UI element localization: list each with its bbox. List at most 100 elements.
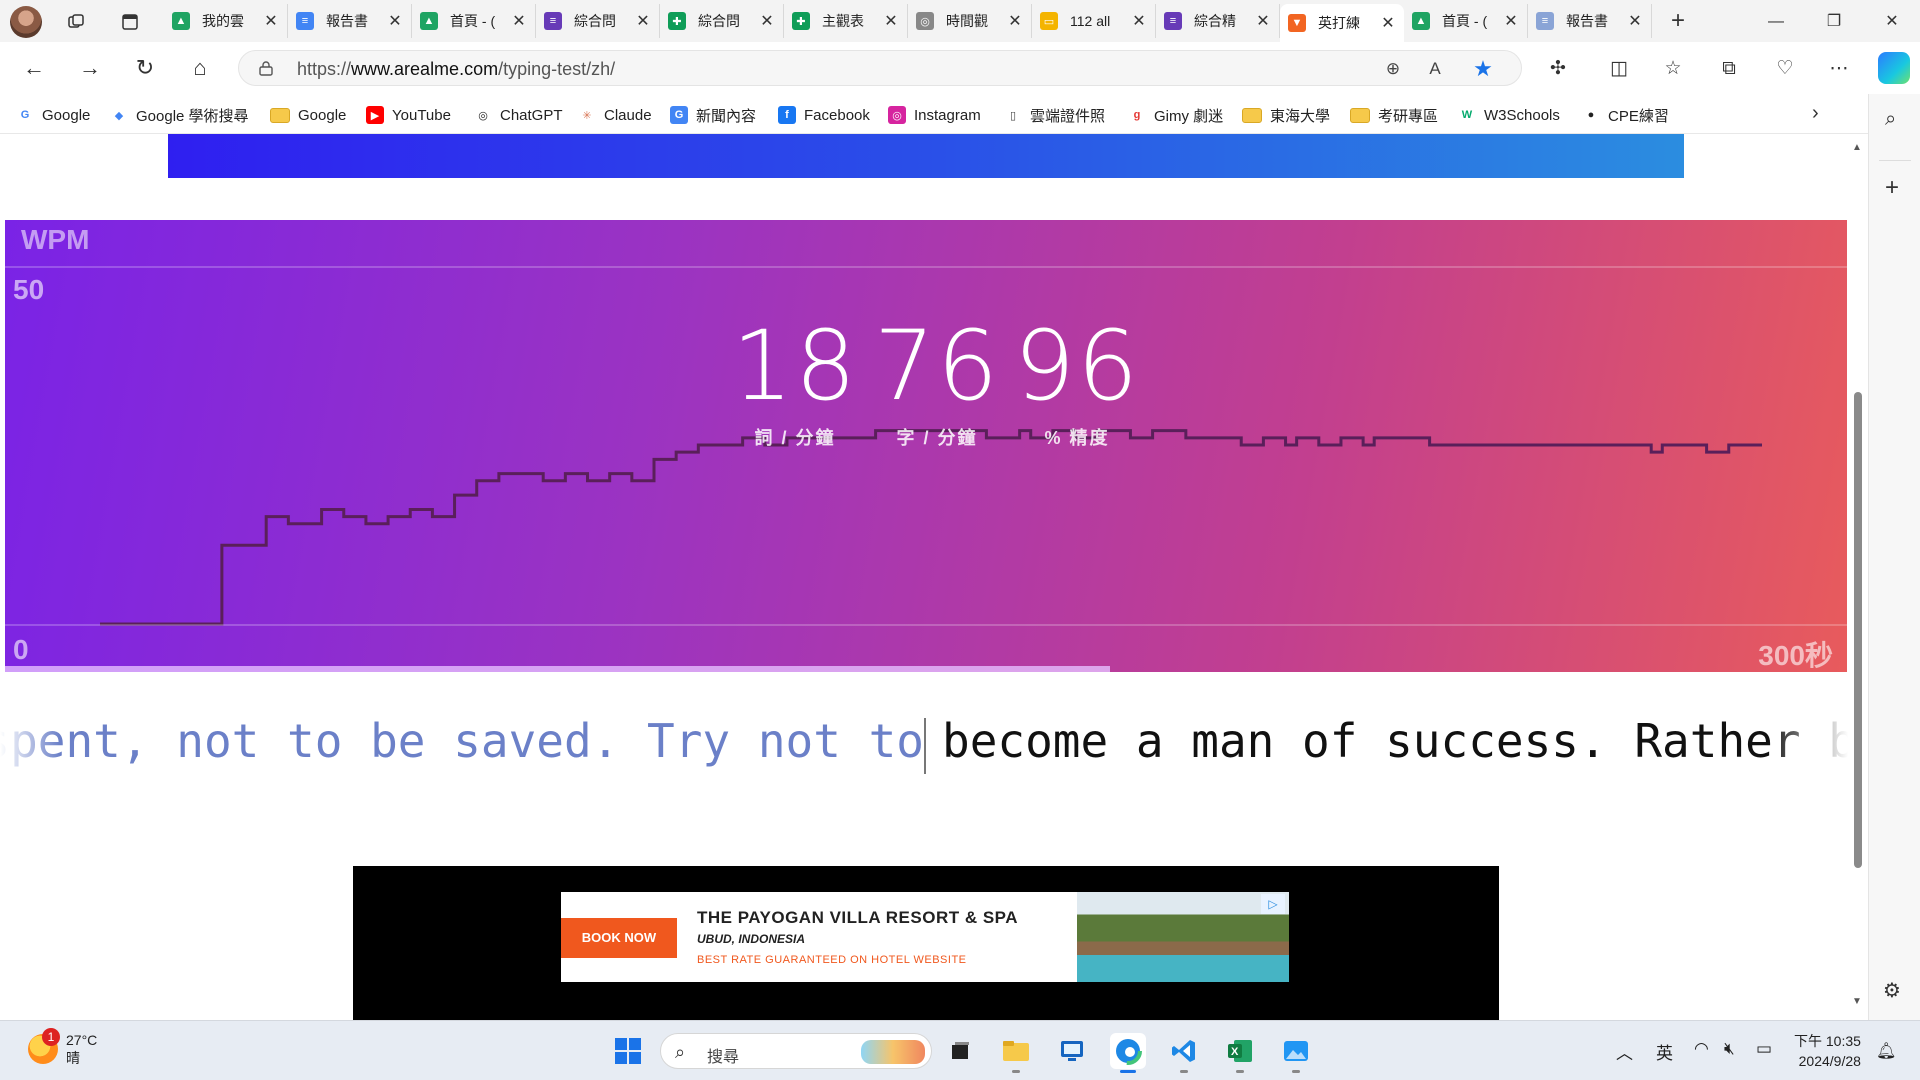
- favorite-item[interactable]: ✳ Claude: [578, 104, 652, 126]
- sidebar-add-icon[interactable]: +: [1885, 174, 1899, 202]
- favorite-item[interactable]: W W3Schools: [1458, 104, 1560, 126]
- browser-tab[interactable]: ≡ 綜合精 ✕: [1156, 4, 1280, 38]
- collections-icon[interactable]: ⧉: [1716, 56, 1742, 82]
- tab-close-icon[interactable]: ✕: [1255, 11, 1271, 31]
- speaker-muted-icon[interactable]: 🔇︎: [1724, 1039, 1735, 1059]
- favorite-item[interactable]: f Facebook: [778, 104, 870, 126]
- favorite-item[interactable]: ◆ Google 學術搜尋: [110, 104, 249, 126]
- zoom-icon[interactable]: ⊕: [1381, 57, 1405, 81]
- read-aloud-icon[interactable]: A: [1423, 57, 1447, 81]
- restore-button[interactable]: ❐: [1814, 8, 1854, 36]
- scroll-down-arrow-icon[interactable]: ▼: [1852, 996, 1862, 1007]
- search-icon: ⌕: [675, 1042, 686, 1062]
- wifi-icon[interactable]: ◠: [1694, 1039, 1709, 1059]
- tab-label: 報告書: [1566, 13, 1608, 29]
- workspaces-icon[interactable]: [62, 8, 90, 36]
- edge-browser-button[interactable]: [1110, 1033, 1146, 1073]
- vertical-tabs-icon[interactable]: [116, 8, 144, 36]
- sidebar-search-icon[interactable]: ⌕: [1885, 108, 1896, 131]
- more-menu-icon[interactable]: ⋯: [1826, 56, 1852, 82]
- extensions-icon[interactable]: ✣: [1545, 56, 1571, 82]
- copilot-icon[interactable]: [1878, 52, 1910, 84]
- ad-choices-icon[interactable]: ▷: [1261, 894, 1285, 914]
- browser-tab[interactable]: ▲ 首頁 - (✕: [1404, 4, 1528, 38]
- ad-book-now-button[interactable]: BOOK NOW: [561, 918, 677, 958]
- favorite-item[interactable]: g Gimy 劇迷: [1128, 104, 1223, 126]
- favorite-item[interactable]: ● CPE練習: [1582, 104, 1669, 126]
- favorite-item[interactable]: ◎ Instagram: [888, 104, 981, 126]
- tab-close-icon[interactable]: ✕: [1380, 13, 1396, 33]
- lock-icon[interactable]: [259, 60, 273, 76]
- tab-close-icon[interactable]: ✕: [635, 11, 651, 31]
- profile-avatar[interactable]: [10, 6, 42, 38]
- tab-close-icon[interactable]: ✕: [883, 11, 899, 31]
- file-explorer-button[interactable]: [998, 1033, 1034, 1073]
- favorite-star-icon[interactable]: ★: [1471, 57, 1495, 81]
- browser-tab[interactable]: ▲ 首頁 - (✕: [412, 4, 536, 38]
- tab-label: 綜合問: [698, 13, 740, 29]
- tray-overflow-chevron-icon[interactable]: ︿: [1616, 1039, 1633, 1064]
- wpm-value: 18: [731, 310, 859, 422]
- browser-tab[interactable]: ▭ 112 all ✕: [1032, 4, 1156, 38]
- tab-close-icon[interactable]: ✕: [1503, 11, 1519, 31]
- favorites-icon[interactable]: ☆: [1660, 56, 1686, 82]
- weather-widget[interactable]: 1 27°C 晴: [28, 1028, 97, 1067]
- browser-tab[interactable]: ✚ 主觀表 ✕: [784, 4, 908, 38]
- favorite-item[interactable]: G Google: [16, 104, 90, 126]
- hotel-ad-banner[interactable]: BOOK NOW THE PAYOGAN VILLA RESORT & SPA …: [561, 892, 1289, 982]
- favorite-item[interactable]: Google: [270, 104, 346, 126]
- forward-button[interactable]: →: [76, 54, 104, 82]
- tab-close-icon[interactable]: ✕: [387, 11, 403, 31]
- refresh-button[interactable]: ↻: [131, 54, 159, 82]
- favorite-item[interactable]: ▶ YouTube: [366, 104, 451, 126]
- task-view-button[interactable]: [942, 1033, 978, 1069]
- typing-text-area[interactable]: Money is to be spent, not to be saved. T…: [0, 714, 1848, 784]
- address-bar[interactable]: https://www.arealme.com/typing-test/zh/ …: [238, 50, 1522, 86]
- browser-tab[interactable]: ≡ 報告書 ✕: [288, 4, 412, 38]
- browser-tab[interactable]: ✚ 綜合問 ✕: [660, 4, 784, 38]
- sidebar-settings-icon[interactable]: ⚙: [1883, 978, 1901, 1003]
- back-button[interactable]: ←: [20, 54, 48, 82]
- battery-icon[interactable]: ▭: [1756, 1039, 1772, 1059]
- home-button[interactable]: ⌂: [186, 54, 214, 82]
- url-text[interactable]: https://www.arealme.com/typing-test/zh/: [297, 59, 615, 80]
- browser-tab[interactable]: ≡ 報告書 ✕: [1528, 4, 1652, 38]
- favorite-item[interactable]: 東海大學: [1242, 104, 1330, 126]
- split-screen-icon[interactable]: ◫: [1606, 56, 1632, 82]
- excel-button[interactable]: X: [1222, 1033, 1258, 1073]
- favorites-overflow-chevron-icon[interactable]: ›: [1812, 102, 1819, 125]
- browser-tab[interactable]: ▼ 英打練 ✕: [1280, 4, 1404, 42]
- start-button[interactable]: [610, 1033, 646, 1069]
- tab-close-icon[interactable]: ✕: [1627, 11, 1643, 31]
- browser-tab[interactable]: ▲ 我的雲 ✕: [164, 4, 288, 38]
- tab-close-icon[interactable]: ✕: [263, 11, 279, 31]
- favorite-item[interactable]: ◎ ChatGPT: [474, 104, 563, 126]
- tab-close-icon[interactable]: ✕: [1131, 11, 1147, 31]
- remote-desktop-button[interactable]: [1054, 1033, 1090, 1069]
- favorite-label: 新聞內容: [696, 107, 757, 125]
- tab-close-icon[interactable]: ✕: [759, 11, 775, 31]
- top-ad-banner[interactable]: [168, 134, 1684, 178]
- tab-close-icon[interactable]: ✕: [1007, 11, 1023, 31]
- page-scrollbar[interactable]: ▲ ▼: [1848, 134, 1866, 1020]
- notification-bell-icon[interactable]: 🔔︎: [1876, 1041, 1896, 1061]
- taskbar-search-box[interactable]: ⌕ 搜尋: [660, 1033, 932, 1069]
- ime-indicator[interactable]: 英: [1656, 1039, 1673, 1064]
- browser-tab[interactable]: ◎ 時間觀 ✕: [908, 4, 1032, 38]
- favorite-item[interactable]: 考研專區: [1350, 104, 1438, 126]
- photos-button[interactable]: [1278, 1033, 1314, 1073]
- vscode-button[interactable]: [1166, 1033, 1202, 1073]
- minimize-button[interactable]: —: [1756, 8, 1796, 36]
- close-window-button[interactable]: ✕: [1872, 8, 1912, 36]
- new-tab-button[interactable]: +: [1664, 8, 1692, 36]
- y-min-label: 0: [13, 634, 29, 665]
- google-docs-icon: ≡: [1536, 12, 1554, 30]
- favorite-item[interactable]: ▯ 雲端證件照: [1004, 104, 1105, 126]
- scroll-thumb[interactable]: [1854, 392, 1862, 868]
- browser-tab[interactable]: ≡ 綜合問 ✕: [536, 4, 660, 38]
- favorite-item[interactable]: G 新聞內容: [670, 104, 756, 126]
- tab-close-icon[interactable]: ✕: [511, 11, 527, 31]
- scroll-up-arrow-icon[interactable]: ▲: [1852, 142, 1862, 153]
- browser-essentials-icon[interactable]: ♡: [1772, 56, 1798, 82]
- system-clock[interactable]: 下午 10:35 2024/9/28: [1794, 1031, 1861, 1071]
